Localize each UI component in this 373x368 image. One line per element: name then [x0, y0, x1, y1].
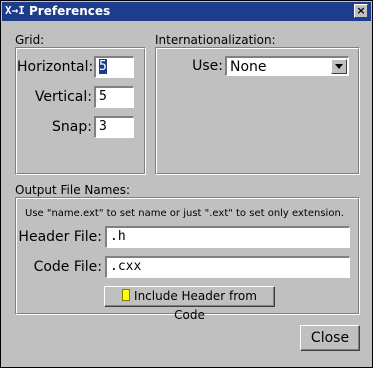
app-icon: X→I: [5, 4, 25, 17]
output-group-label: Output File Names:: [15, 183, 131, 197]
vertical-input[interactable]: 5: [94, 86, 134, 108]
output-hint: Use "name.ext" to set name or just ".ext…: [25, 208, 344, 219]
snap-input[interactable]: 3: [94, 116, 134, 138]
include-header-toggle[interactable]: Include Header from Code: [104, 286, 275, 322]
snap-label: Snap:: [52, 119, 92, 135]
code-file-input[interactable]: .cxx: [105, 256, 350, 278]
chevron-down-icon[interactable]: [331, 59, 347, 74]
include-header-label: Include Header from Code: [134, 289, 257, 322]
i18n-group-label: Internationalization:: [155, 33, 276, 47]
close-button[interactable]: Close: [300, 325, 360, 351]
grid-group-label: Grid:: [15, 33, 45, 47]
vertical-label: Vertical:: [34, 89, 92, 105]
horizontal-label: Horizontal:: [17, 59, 94, 75]
use-dropdown[interactable]: None: [225, 56, 349, 76]
preferences-window: X→I Preferences × Grid: Horizontal: 5 Ve…: [0, 0, 373, 368]
code-file-label: Code File:: [33, 259, 102, 275]
toggle-light-icon: [122, 289, 131, 301]
window-title: Preferences: [29, 4, 111, 18]
header-file-input[interactable]: .h: [105, 226, 350, 248]
horizontal-value: 5: [99, 59, 107, 74]
use-label: Use:: [192, 58, 223, 74]
close-window-icon[interactable]: ×: [354, 4, 368, 18]
horizontal-input[interactable]: 5: [94, 56, 134, 78]
use-dropdown-value: None: [230, 59, 267, 75]
title-bar[interactable]: X→I Preferences ×: [2, 2, 371, 21]
header-file-label: Header File:: [18, 229, 102, 245]
